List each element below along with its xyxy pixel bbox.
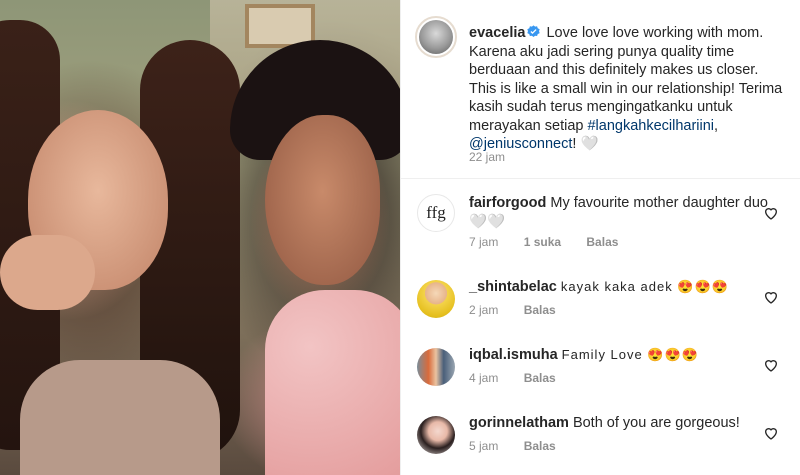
avatar-logo-text: ffg — [426, 203, 446, 222]
reply-button[interactable]: Balas — [586, 235, 618, 249]
reply-button[interactable]: Balas — [524, 439, 556, 453]
comment-time: 5 jam — [469, 439, 499, 453]
comment-body: _shintabelac kayak kaka adek 😍😍😍 — [469, 278, 769, 297]
comment-body: iqbal.ismuha Family Love 😍😍😍 — [469, 346, 769, 365]
comment-text: kayak kaka adek 😍😍😍 — [560, 279, 729, 294]
photo-daughter-shirt — [265, 290, 400, 475]
commenter-username[interactable]: _shintabelac — [469, 279, 557, 295]
photo-daughter-face — [265, 115, 380, 285]
commenter-avatar[interactable]: ffg — [417, 194, 455, 232]
photo-mother-hand — [0, 235, 95, 310]
post-photo[interactable] — [0, 0, 400, 475]
caption-text-end: ! 🤍 — [572, 136, 599, 152]
like-comment-heart-icon[interactable] — [763, 289, 779, 305]
comment-time: 7 jam — [469, 235, 499, 249]
author-username[interactable]: evacelia — [469, 25, 525, 41]
like-comment-heart-icon[interactable] — [763, 425, 779, 441]
verified-badge-icon — [527, 25, 541, 38]
caption-separator: , — [714, 117, 719, 134]
comment-meta: 4 jam Balas — [469, 371, 578, 385]
photo-mother-shirt — [20, 360, 220, 475]
comment-meta: 7 jam 1 suka Balas — [469, 235, 640, 249]
comment-time: 2 jam — [469, 303, 499, 317]
like-comment-heart-icon[interactable] — [763, 205, 779, 221]
commenter-username[interactable]: gorinnelatham — [469, 415, 569, 431]
commenter-avatar[interactable] — [417, 416, 455, 454]
reply-button[interactable]: Balas — [524, 303, 556, 317]
comment-text: Family Love 😍😍😍 — [561, 347, 699, 362]
commenter-avatar[interactable] — [417, 348, 455, 386]
comment-meta: 2 jam Balas — [469, 303, 578, 317]
caption-hashtag[interactable]: #langkahkecilhariini — [587, 118, 714, 134]
comments-panel: evacelia Love love love working with mom… — [400, 0, 800, 475]
commenter-username[interactable]: iqbal.ismuha — [469, 347, 558, 363]
comment-body: gorinnelatham Both of you are gorgeous! — [469, 414, 769, 433]
comment-meta: 5 jam Balas — [469, 439, 578, 453]
post-caption: evacelia Love love love working with mom… — [469, 24, 787, 154]
comment-likes-link[interactable]: 1 suka — [524, 235, 561, 249]
post-time: 22 jam — [469, 150, 506, 164]
comment-body: fairforgood My favourite mother daughter… — [469, 194, 769, 231]
comment-text: Both of you are gorgeous! — [572, 415, 740, 431]
comment-time: 4 jam — [469, 371, 499, 385]
reply-button[interactable]: Balas — [524, 371, 556, 385]
commenter-avatar[interactable] — [417, 280, 455, 318]
like-comment-heart-icon[interactable] — [763, 357, 779, 373]
caption-divider — [401, 178, 800, 179]
author-avatar[interactable] — [415, 16, 457, 58]
commenter-username[interactable]: fairforgood — [469, 195, 546, 211]
